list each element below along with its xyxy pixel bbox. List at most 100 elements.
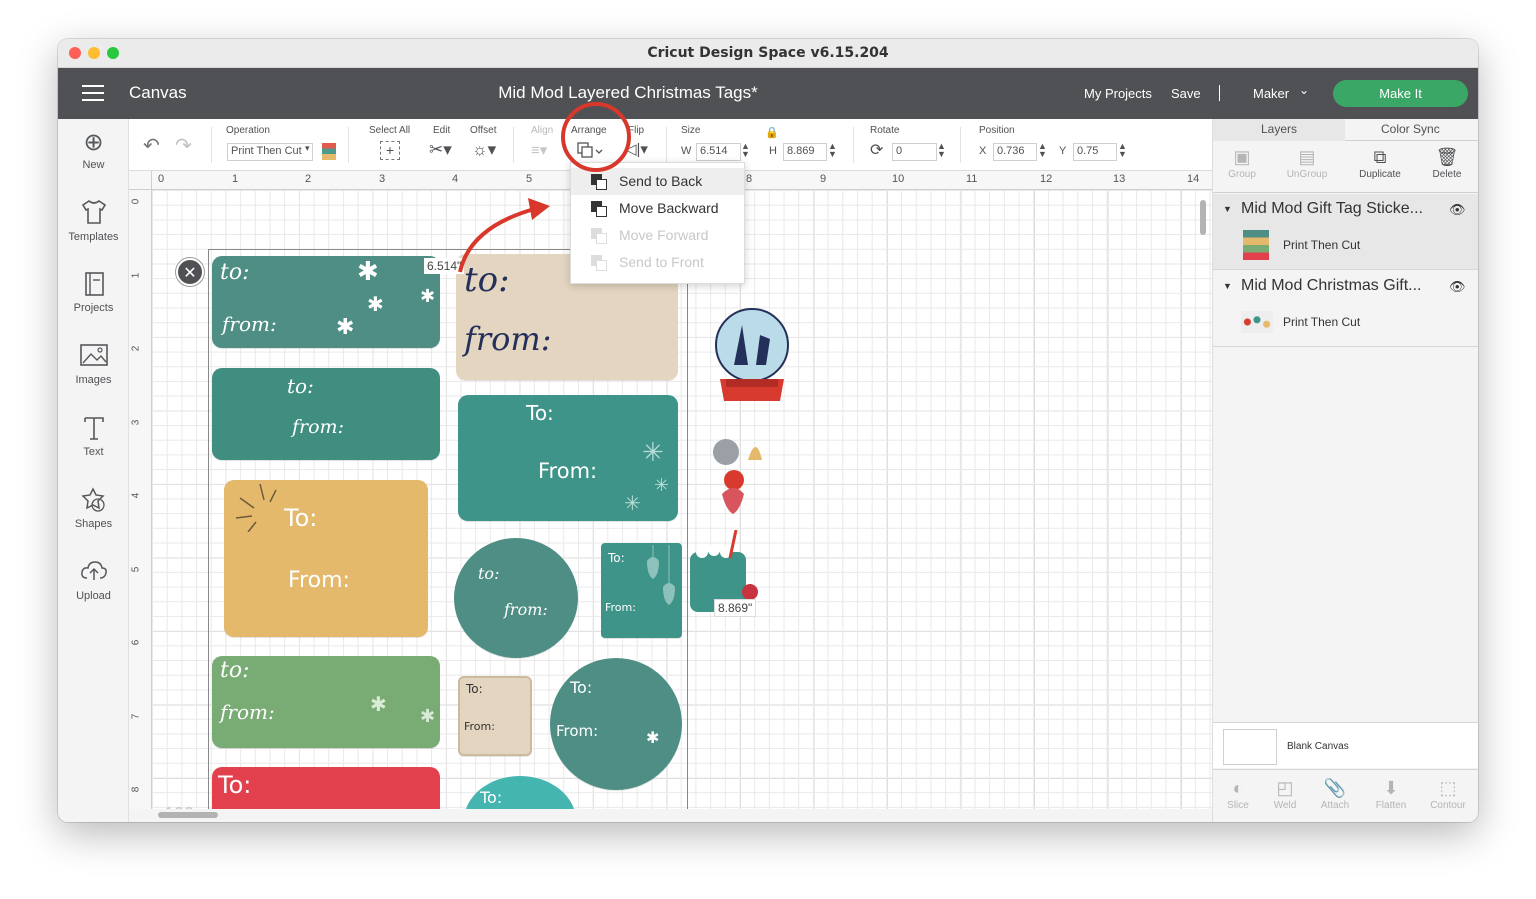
tab-color-sync[interactable]: Color Sync: [1381, 122, 1440, 136]
redo-icon[interactable]: ↷: [175, 133, 192, 158]
ruler-tick-label: 12: [1040, 173, 1053, 185]
ruler-tick-label: 0: [158, 173, 165, 185]
group-button[interactable]: ▣ Group: [1212, 145, 1272, 180]
gift-tag[interactable]: to: from: ✱ ✱ ✱ ✱: [212, 256, 440, 348]
canvas-swatch[interactable]: [1223, 729, 1277, 765]
align-icon[interactable]: ≡▾: [531, 141, 547, 159]
chevron-down-icon[interactable]: ⌄: [1299, 83, 1309, 97]
ruler-tick-label: 14: [1187, 173, 1200, 185]
rotate-input[interactable]: 0: [892, 143, 937, 161]
sidebar-item-upload[interactable]: Upload: [58, 558, 129, 602]
gift-tag[interactable]: to: from:: [212, 368, 440, 460]
tag-to-text: To:: [284, 504, 318, 532]
gift-tag[interactable]: To: From:: [601, 543, 682, 638]
sidebar-item-text[interactable]: Text: [58, 414, 129, 458]
size-label: Size: [681, 125, 701, 136]
ruler-tick-label: 6: [130, 639, 142, 646]
layer-group[interactable]: ▼ Mid Mod Christmas Gift... 👁 Print Then…: [1213, 271, 1478, 347]
gift-tag[interactable]: To:: [212, 767, 440, 809]
sidebar-item-templates[interactable]: Templates: [58, 199, 129, 243]
delete-button[interactable]: 🗑 Delete: [1417, 145, 1477, 180]
height-readout: 8.869": [714, 599, 757, 617]
width-input[interactable]: 6.514: [696, 143, 741, 161]
slice-button[interactable]: ◐ Slice: [1213, 776, 1263, 811]
flatten-button[interactable]: ⬇ Flatten: [1366, 776, 1416, 811]
snowflake-icon: ✱: [357, 256, 379, 286]
save-link[interactable]: Save: [1171, 86, 1201, 101]
horizontal-scrollbar[interactable]: [158, 812, 218, 818]
ornaments-icon[interactable]: [712, 430, 774, 516]
y-input[interactable]: 0.75: [1073, 143, 1117, 161]
scissors-icon[interactable]: ✂▾: [429, 140, 452, 160]
menu-item-label: Send to Back: [619, 173, 703, 189]
snowflake-icon: ✳: [642, 437, 664, 467]
width-label: W: [681, 145, 692, 157]
toolbar-divider: [960, 127, 961, 163]
tag-from-text: From:: [556, 722, 599, 740]
sidebar-item-projects[interactable]: Projects: [58, 270, 129, 314]
my-projects-link[interactable]: My Projects: [1084, 86, 1152, 101]
select-all-icon[interactable]: +: [380, 141, 400, 160]
snowflake-icon: ✱: [646, 730, 660, 747]
move-backward-item[interactable]: Move Backward: [571, 195, 744, 222]
close-icon[interactable]: ✕: [176, 258, 204, 286]
blank-canvas-row[interactable]: Blank Canvas: [1213, 722, 1478, 768]
header-divider: [1219, 85, 1220, 101]
height-input[interactable]: 8.869: [783, 143, 827, 161]
eye-icon[interactable]: 👁: [1449, 202, 1466, 218]
width-stepper[interactable]: ▲ ▼: [741, 142, 750, 159]
ornament-icon: [647, 545, 675, 605]
tag-from-text: from:: [504, 600, 548, 619]
attach-button[interactable]: 📎 Attach: [1310, 776, 1360, 811]
gift-tag[interactable]: To: From: ✳ ✳ ✳: [458, 395, 678, 521]
x-input[interactable]: 0.736: [993, 143, 1037, 161]
gift-tag[interactable]: To: From:: [224, 480, 428, 637]
y-stepper[interactable]: ▲ ▼: [1118, 142, 1127, 159]
tag-from-text: From:: [464, 720, 495, 733]
lock-icon[interactable]: 🔒: [765, 126, 779, 139]
duplicate-button[interactable]: ⧉ Duplicate: [1350, 145, 1410, 180]
snow-globe-icon[interactable]: [712, 305, 792, 405]
contour-button[interactable]: ⬚ Contour: [1423, 776, 1473, 811]
trash-icon: 🗑: [1435, 147, 1459, 167]
caret-down-icon[interactable]: ▼: [1223, 281, 1232, 291]
caret-down-icon[interactable]: ▼: [1223, 204, 1232, 214]
move-forward-item[interactable]: Move Forward: [571, 222, 744, 249]
height-stepper[interactable]: ▲ ▼: [828, 142, 837, 159]
sidebar-item-shapes[interactable]: Shapes: [58, 486, 129, 530]
contour-icon: ⬚: [1439, 778, 1457, 798]
layer-thumbnail: [1241, 311, 1273, 333]
ungroup-button[interactable]: ▤ UnGroup: [1277, 145, 1337, 180]
action-label: Duplicate: [1359, 169, 1401, 180]
sidebar-item-images[interactable]: Images: [58, 342, 129, 386]
sidebar-item-new[interactable]: ⊕ New: [58, 127, 129, 171]
x-stepper[interactable]: ▲ ▼: [1038, 142, 1047, 159]
layer-title: Mid Mod Gift Tag Sticke...: [1241, 200, 1423, 217]
print-swatch-icon[interactable]: [322, 143, 336, 160]
tab-layers[interactable]: Layers: [1261, 122, 1297, 136]
toolbar-divider: [348, 127, 349, 163]
vertical-scrollbar[interactable]: [1200, 200, 1206, 235]
gift-tag[interactable]: to: from: ✱ ✱: [212, 656, 440, 748]
gift-tag[interactable]: To: From: ✱: [550, 658, 682, 790]
gift-tag[interactable]: To: From:: [458, 676, 532, 756]
slice-icon: ◐: [1232, 778, 1244, 798]
snowflake-icon: ✳: [624, 493, 641, 515]
action-label: UnGroup: [1286, 169, 1328, 180]
operation-select[interactable]: Print Then Cut: [227, 143, 313, 161]
send-to-front-item[interactable]: Send to Front: [571, 249, 744, 276]
tag-to-text: to:: [220, 658, 250, 683]
offset-icon[interactable]: ☼▾: [472, 140, 496, 160]
gift-tag[interactable]: to: from:: [454, 538, 578, 658]
machine-selector[interactable]: Maker: [1253, 86, 1289, 101]
tag-to-text: to:: [287, 374, 314, 398]
weld-button[interactable]: ◰ Weld: [1260, 776, 1310, 811]
eye-icon[interactable]: 👁: [1449, 279, 1466, 295]
undo-icon[interactable]: ↶: [143, 133, 160, 158]
rotate-stepper[interactable]: ▲ ▼: [937, 142, 946, 159]
chevron-down-icon[interactable]: ▾: [305, 143, 310, 154]
layer-group[interactable]: ▼ Mid Mod Gift Tag Sticke... 👁 Print The…: [1213, 194, 1478, 270]
menu-item-label: Send to Front: [619, 254, 704, 270]
make-it-button[interactable]: Make It: [1333, 80, 1468, 107]
send-to-back-item[interactable]: Send to Back: [571, 168, 744, 195]
